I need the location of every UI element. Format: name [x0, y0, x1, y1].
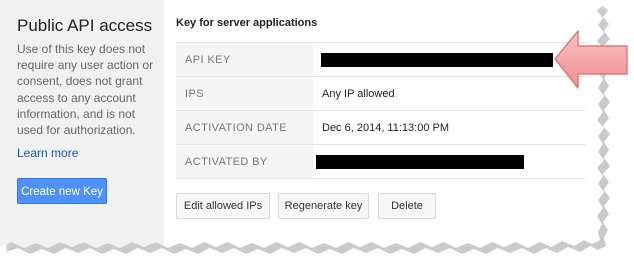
sidebar-description: Use of this key does not require any use…	[17, 42, 154, 138]
key-details-table: API KEY IPS Any IP allowed ACTIVATION DA…	[176, 42, 586, 179]
table-row: ACTIVATED BY	[176, 144, 586, 179]
table-row: IPS Any IP allowed	[176, 76, 586, 111]
table-row: API KEY	[176, 42, 586, 77]
edit-allowed-ips-button[interactable]: Edit allowed IPs	[176, 193, 270, 219]
ips-value: Any IP allowed	[313, 76, 586, 111]
learn-more-link[interactable]: Learn more	[17, 146, 78, 160]
sidebar-title: Public API access	[17, 16, 153, 35]
api-key-label: API KEY	[176, 42, 313, 77]
regenerate-key-button[interactable]: Regenerate key	[278, 193, 369, 219]
torn-paper-panel: Public API access Use of this key does n…	[0, 0, 604, 248]
api-key-value	[313, 42, 586, 77]
activated-by-value	[313, 144, 586, 179]
activation-date-value: Dec 6, 2014, 11:13:00 PM	[313, 110, 586, 145]
redacted-activated-by	[316, 154, 524, 169]
table-row: ACTIVATION DATE Dec 6, 2014, 11:13:00 PM	[176, 110, 586, 145]
redacted-api-key	[321, 52, 553, 67]
callout-arrow-icon	[554, 30, 628, 89]
create-new-key-button[interactable]: Create new Key	[17, 178, 107, 204]
sidebar: Public API access Use of this key does n…	[0, 0, 164, 248]
delete-button[interactable]: Delete	[378, 193, 436, 219]
activation-date-label: ACTIVATION DATE	[176, 110, 313, 145]
section-title: Key for server applications	[176, 17, 318, 29]
activated-by-label: ACTIVATED BY	[176, 144, 313, 179]
ips-label: IPS	[176, 76, 313, 111]
